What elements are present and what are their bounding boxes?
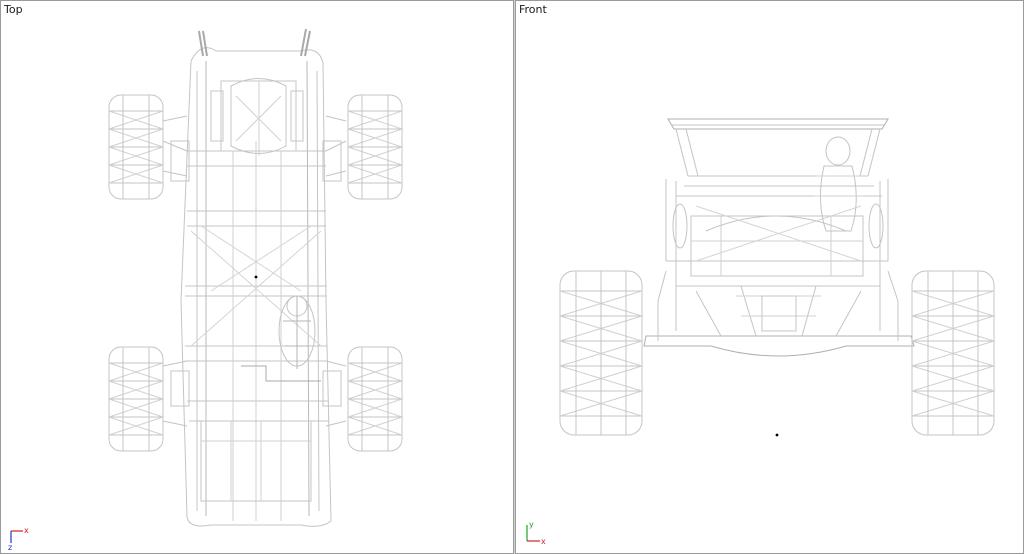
- roll-bar-right: [301, 29, 310, 56]
- top-view-wireframe: [1, 1, 513, 553]
- pivot-point: [254, 275, 258, 279]
- wheel-front-right: [348, 95, 402, 199]
- wheel-rear-left: [109, 347, 163, 451]
- driver-head: [826, 137, 850, 165]
- axis-y-label: y: [529, 520, 534, 529]
- roll-bar-left: [199, 31, 207, 56]
- axis-x-label: x: [541, 537, 546, 546]
- wheel-left: [560, 271, 642, 435]
- pivot-point: [775, 433, 779, 437]
- axis-x-label: x: [24, 526, 29, 535]
- wheel-rear-right: [348, 347, 402, 451]
- roof: [668, 119, 888, 129]
- axis-gizmo-front: x y: [526, 520, 546, 546]
- wheel-front-left: [109, 95, 163, 199]
- viewport-front[interactable]: Front x y: [515, 0, 1024, 554]
- front-axle: [644, 336, 914, 356]
- axis-gizmo-top: x z: [8, 526, 29, 551]
- wheel-right: [912, 271, 994, 435]
- front-view-wireframe: [516, 1, 1023, 437]
- axis-z-label: z: [8, 543, 12, 551]
- viewport-top[interactable]: Top x z: [0, 0, 514, 554]
